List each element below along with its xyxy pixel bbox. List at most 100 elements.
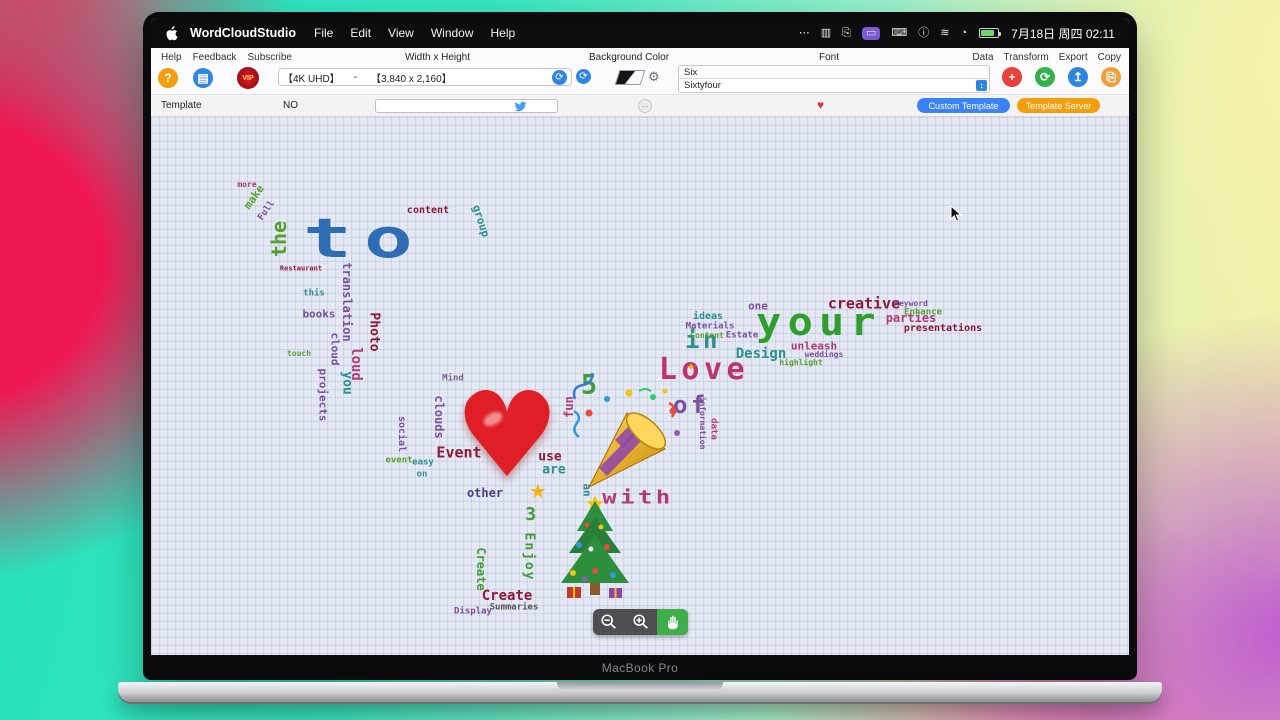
clipboard-icon[interactable]: ⎘	[842, 27, 851, 39]
wc-word: this	[303, 288, 325, 299]
sparkle-emoji: ✦	[685, 360, 697, 374]
wc-word: clouds	[432, 395, 446, 439]
gear-icon[interactable]: ⚙	[648, 69, 660, 85]
menubar-clock[interactable]: 7月18日 周四 02:11	[1011, 25, 1115, 42]
wifi-icon[interactable]: ≋	[940, 27, 949, 39]
bird-icon	[514, 100, 527, 116]
size-refresh-icon[interactable]: ⟳	[552, 69, 567, 85]
pan-hand-button[interactable]	[657, 609, 688, 635]
wc-word: group	[469, 203, 493, 239]
wc-word: 3	[525, 504, 539, 525]
info-icon[interactable]: ⓘ	[918, 27, 929, 39]
device-label: MacBook Pro	[601, 660, 679, 675]
comment-icon[interactable]: ⋯	[638, 99, 652, 113]
wc-word: data	[708, 418, 719, 440]
toolbar-link-subscribe[interactable]: Subscribe	[248, 52, 292, 63]
font-primary-select[interactable]: Six	[679, 66, 989, 79]
toolbar-link-feedback[interactable]: Feedback	[193, 52, 237, 63]
menu-bar: WordCloudStudio File Edit View Window Help ⋯…	[151, 18, 1129, 48]
toolbar-link-data[interactable]: Data	[972, 52, 993, 63]
clock-icon[interactable]: ◔	[961, 27, 968, 39]
toolbar-link-export[interactable]: Export	[1059, 52, 1088, 63]
party-popper-emoji	[572, 372, 680, 489]
laptop-base-notch	[557, 682, 723, 691]
app-title: WordCloudStudio	[190, 26, 296, 40]
menu-window[interactable]: Window	[431, 26, 474, 40]
laptop-chin: MacBook Pro	[151, 655, 1129, 680]
transform-button[interactable]: ⟳	[1035, 67, 1055, 87]
wc-word: books	[302, 307, 336, 321]
size-separator: -	[353, 71, 358, 83]
font-secondary-select[interactable]: Sixtyfour ↕	[679, 79, 989, 92]
size-label: Width x Height	[405, 52, 471, 63]
wc-word: ideas	[692, 311, 724, 322]
menu-view[interactable]: View	[388, 26, 414, 40]
zoom-out-button[interactable]	[593, 609, 625, 635]
toolbar-right-links: Data Transform Export Copy	[972, 52, 1121, 63]
help-button[interactable]: ?	[158, 68, 178, 88]
favorite-heart-icon[interactable]: ♥	[817, 98, 824, 112]
menu-edit[interactable]: Edit	[350, 26, 371, 40]
app-toolbar: Help Feedback Subscribe Width x Height Bac…	[151, 48, 1129, 95]
mouse-cursor	[950, 204, 963, 228]
size-preset: 【4K UHD】	[283, 73, 340, 85]
wc-word: Keyword	[894, 299, 928, 308]
heart-emoji: ♥	[454, 366, 560, 504]
add-data-button[interactable]: +	[1002, 67, 1022, 87]
custom-template-button[interactable]: Custom Template	[917, 98, 1010, 113]
zoom-in-button[interactable]	[625, 609, 657, 635]
wc-word: more	[237, 180, 257, 189]
battery-fill	[981, 30, 995, 36]
font-dropdowns: Six Sixtyfour ↕	[678, 65, 990, 93]
template-label: Template	[161, 100, 202, 111]
zoom-toolbar	[593, 609, 688, 635]
wc-word: information	[698, 396, 707, 450]
menu-file[interactable]: File	[314, 26, 333, 40]
wc-word: presentations	[903, 323, 983, 334]
wc-word: Summaries	[489, 602, 539, 613]
toolbar-link-copy[interactable]: Copy	[1098, 52, 1121, 63]
wc-word: Display	[454, 606, 492, 617]
wc-word: Create	[481, 588, 533, 604]
toolbar-row2: ? ▤ VIP 【4K UHD】 - 【3,840 x 2,160】 ⟳ ⟳ ⚙ …	[151, 65, 1129, 93]
wc-word: Create	[474, 547, 488, 591]
font-secondary-value: Sixtyfour	[684, 80, 721, 91]
more-icon[interactable]: ⋯	[799, 27, 810, 39]
canvas-area[interactable]: to the make more Full content group Restaurant t…	[151, 117, 1129, 655]
apple-logo-icon[interactable]	[165, 25, 178, 41]
wc-word: social	[396, 415, 407, 453]
wc-word: creative	[827, 294, 901, 313]
background-color-picker[interactable]: ⚙	[614, 69, 660, 85]
wc-word: cloud	[328, 332, 342, 366]
copy-button[interactable]: ⎘	[1101, 67, 1121, 87]
toolbar-link-help[interactable]: Help	[161, 52, 182, 63]
template-search-input[interactable]	[375, 99, 558, 113]
chart-icon[interactable]: ▥	[821, 27, 831, 39]
menu-help[interactable]: Help	[491, 26, 516, 40]
toolbar-link-transform[interactable]: Transform	[1004, 52, 1049, 63]
laptop-base	[118, 682, 1162, 702]
wc-word: touch	[286, 349, 312, 358]
wc-word: Content	[690, 331, 724, 340]
keyboard-icon[interactable]: ⌨	[891, 27, 907, 39]
wc-word: easy	[412, 457, 434, 468]
screen-mirroring-icon[interactable]: ▭	[861, 26, 881, 40]
size-sync-icon[interactable]: ⟳	[576, 69, 591, 84]
export-button[interactable]: ↥	[1068, 67, 1088, 87]
wc-word: projects	[316, 368, 330, 422]
template-value: NO	[283, 100, 298, 111]
wc-word: content	[406, 205, 450, 216]
menu-items: File Edit View Window Help	[314, 26, 532, 40]
vip-badge[interactable]: VIP	[237, 67, 259, 89]
color-swatch[interactable]	[614, 69, 646, 85]
template-server-button[interactable]: Template Server	[1017, 98, 1100, 113]
wc-word: Estate	[725, 330, 759, 341]
battery-icon[interactable]	[979, 28, 1002, 38]
wc-word: translation	[340, 262, 354, 342]
library-button[interactable]: ▤	[193, 68, 213, 88]
wc-word: to	[303, 207, 425, 270]
size-dropdown[interactable]: 【4K UHD】 - 【3,840 x 2,160】 ⟳	[278, 68, 572, 86]
wc-word: the	[267, 220, 291, 258]
font-label: Font	[819, 52, 840, 63]
font-stepper-icon[interactable]: ↕	[976, 80, 987, 91]
